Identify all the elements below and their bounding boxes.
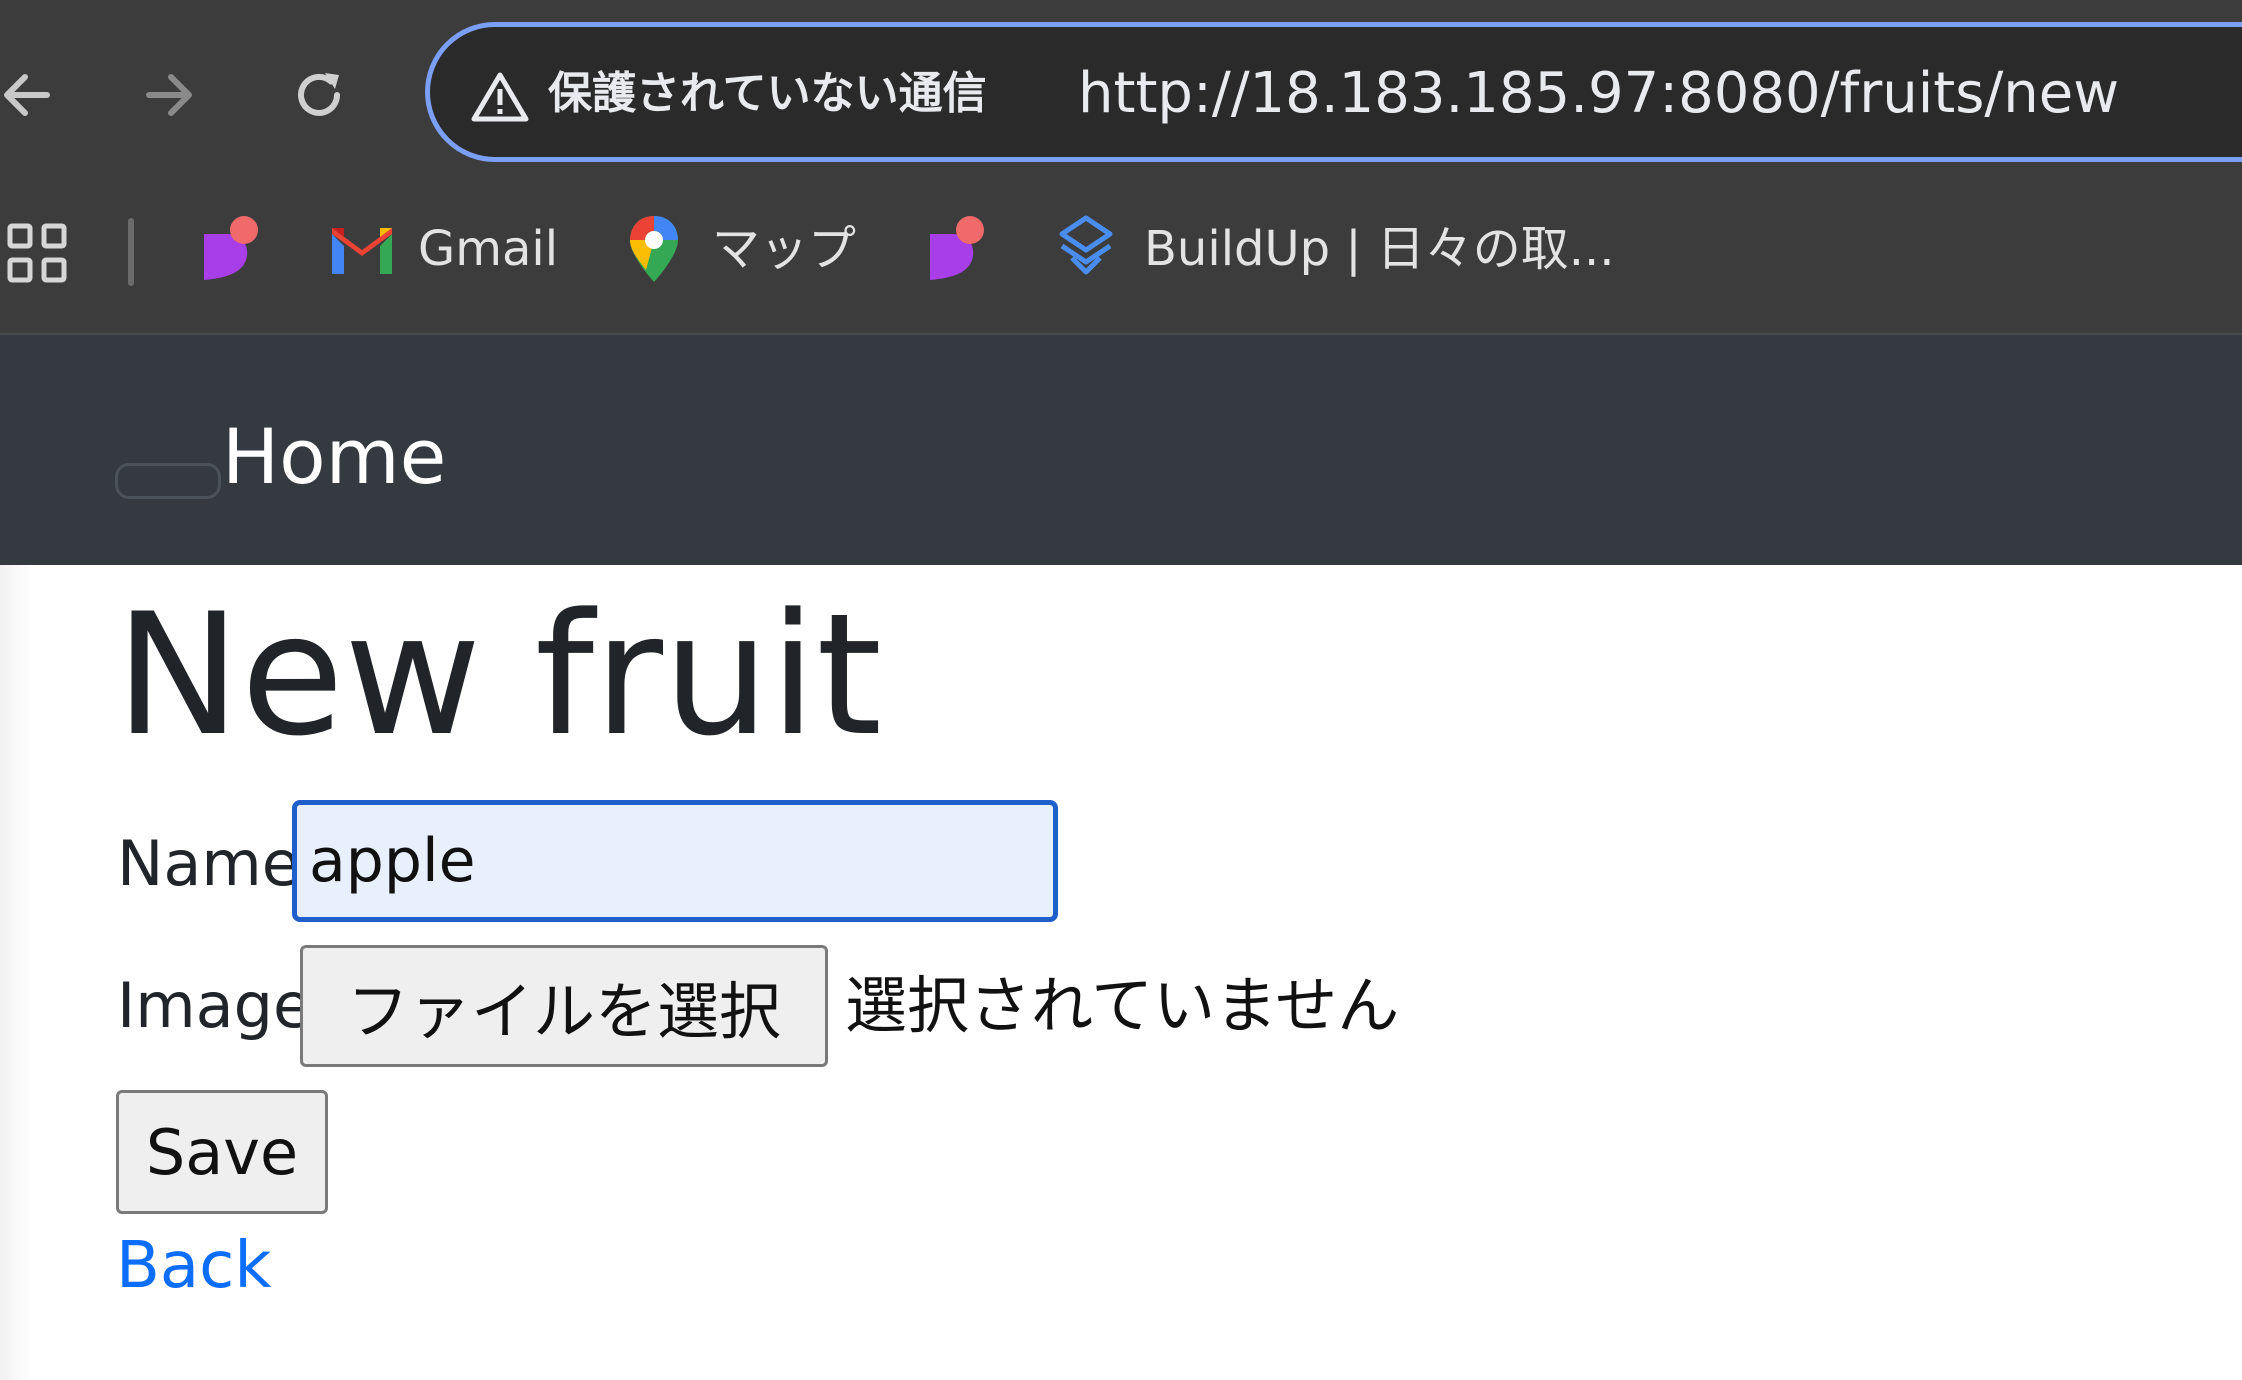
name-label: Name: [117, 827, 300, 900]
back-link[interactable]: Back: [116, 1228, 271, 1304]
bookmark-gmail-label[interactable]: Gmail: [418, 214, 558, 284]
name-input[interactable]: [292, 800, 1058, 922]
security-status-text[interactable]: 保護されていない通信: [548, 59, 987, 129]
bookmarks-bar: Gmail マップ BuildUp | 日々の取...: [0, 190, 2242, 335]
buildup-icon[interactable]: [1048, 210, 1124, 286]
bookmarks-divider: [128, 218, 134, 286]
address-bar[interactable]: 保護されていない通信 http://18.183.185.97:8080/fru…: [425, 22, 2242, 162]
save-button[interactable]: Save: [116, 1090, 328, 1214]
arrow-left-icon: [0, 65, 57, 125]
purple-app-icon[interactable]: [922, 210, 998, 286]
back-nav-button[interactable]: [0, 50, 72, 140]
site-navbar: Home: [0, 335, 2242, 565]
reload-icon: [289, 65, 349, 125]
purple-app-icon[interactable]: [196, 210, 272, 286]
navbar-toggler-button[interactable]: [115, 463, 221, 499]
page-title: New fruit: [115, 577, 883, 773]
url-text[interactable]: http://18.183.185.97:8080/fruits/new: [1078, 59, 2119, 129]
reload-button[interactable]: [274, 50, 364, 140]
page-edge-shadow: [0, 565, 30, 1380]
file-status-text: 選択されていません: [845, 969, 1400, 1042]
gmail-icon[interactable]: [324, 210, 400, 286]
image-label: Image: [117, 969, 312, 1042]
bookmark-maps-label[interactable]: マップ: [712, 214, 856, 284]
maps-pin-icon[interactable]: [616, 210, 692, 286]
choose-file-button[interactable]: ファイルを選択: [300, 945, 828, 1067]
browser-toolbar: 保護されていない通信 http://18.183.185.97:8080/fru…: [0, 0, 2242, 190]
warning-triangle-icon[interactable]: [470, 71, 530, 123]
arrow-right-icon: [139, 65, 199, 125]
apps-grid-icon[interactable]: [6, 222, 70, 286]
bookmark-buildup-label[interactable]: BuildUp | 日々の取...: [1144, 214, 1615, 284]
forward-nav-button[interactable]: [124, 50, 214, 140]
home-link[interactable]: Home: [222, 407, 446, 507]
